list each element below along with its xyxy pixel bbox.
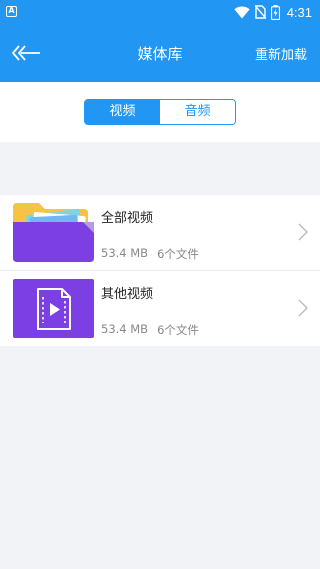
video-file-icon [13,279,94,338]
list-item-other-videos[interactable]: 其他视频 53.4 MB 6个文件 [0,271,320,346]
tab-video[interactable]: 视频 [85,100,160,124]
folder-name: 其他视频 [101,287,154,302]
no-sim-icon [254,5,266,19]
wifi-icon [233,6,250,18]
segmented-control: 视频 音频 [84,99,236,125]
chevron-right-icon [298,223,308,241]
folder-size: 53.4 MB [101,246,149,260]
tab-audio[interactable]: 音频 [160,100,235,124]
chevron-right-icon [298,299,308,317]
status-bar: A 4:31 [0,0,320,24]
list-item-all-videos[interactable]: 全部视频 53.4 MB 6个文件 [0,195,320,270]
battery-charging-icon [270,4,280,20]
tab-container: 视频 音频 [0,82,320,142]
system-icons: 4:31 [233,3,312,21]
app-bar: 媒体库 重新加载 [0,24,320,82]
reload-button[interactable]: 重新加载 [255,44,307,63]
file-count: 6个文件 [157,323,199,337]
clock-time: 4:31 [286,4,312,20]
folder-icon [13,203,94,262]
folder-meta: 53.4 MB 6个文件 [101,322,199,338]
file-count: 6个文件 [157,247,199,261]
folder-size: 53.4 MB [101,322,149,336]
folder-name: 全部视频 [101,211,154,226]
folder-meta: 53.4 MB 6个文件 [101,246,199,262]
notification-a-icon: A [6,6,17,17]
